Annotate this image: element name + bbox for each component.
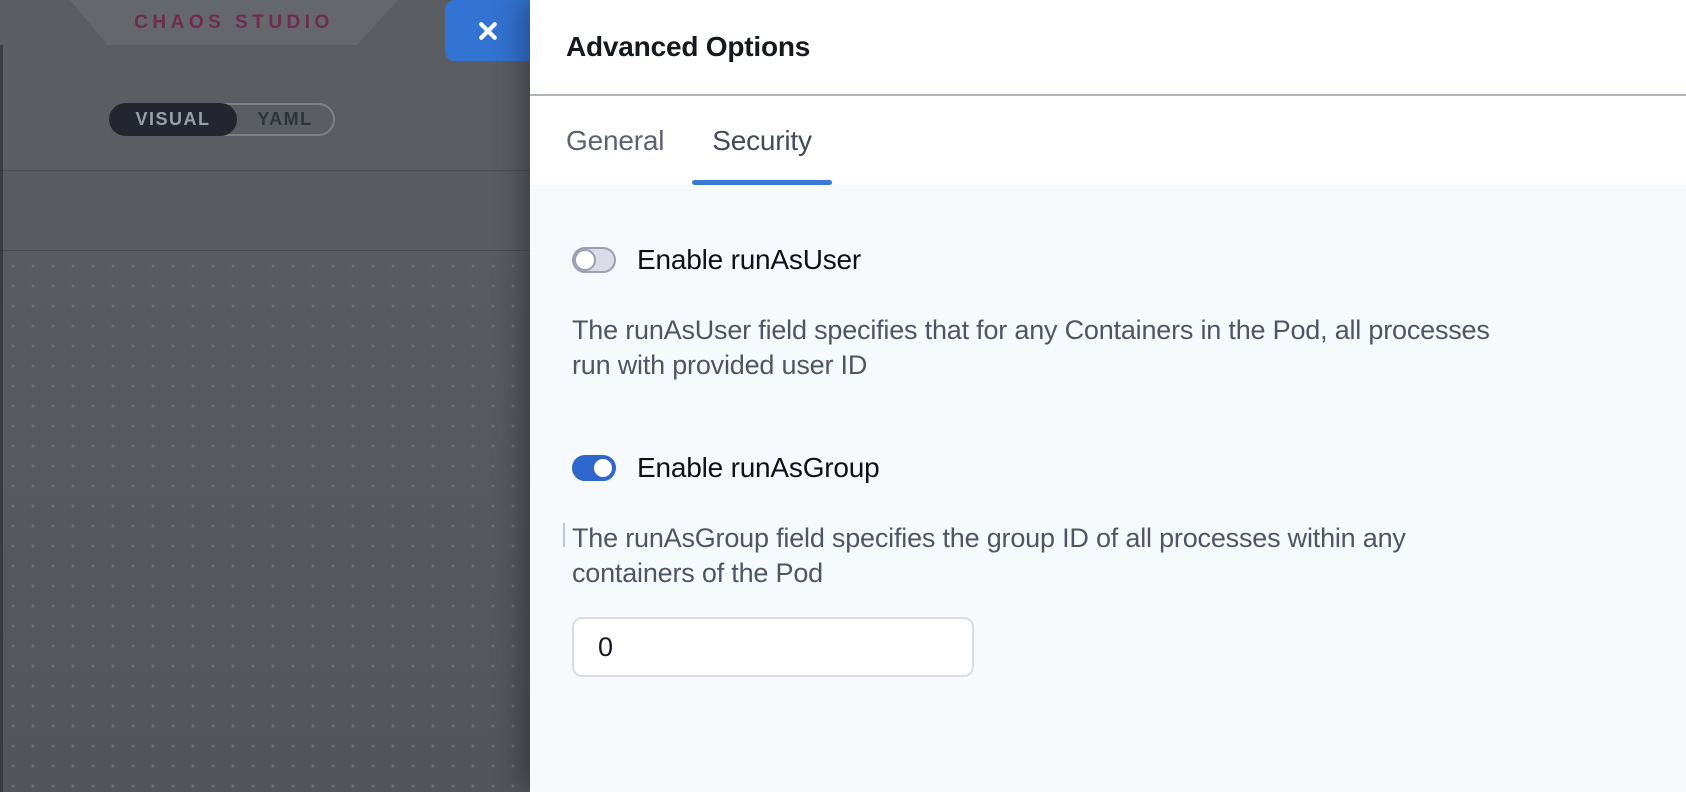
run-as-user-section: Enable runAsUser The runAsUser field spe… [572, 245, 1638, 383]
canvas-dot-grid [0, 250, 530, 792]
drawer-header: Advanced Options [530, 0, 1686, 96]
banner-title: CHAOS STUDIO [134, 12, 334, 34]
toggle-row: Enable runAsGroup [572, 453, 1638, 483]
view-mode-visual[interactable]: VISUAL [109, 103, 237, 136]
enable-runasgroup-label: Enable runAsGroup [637, 452, 880, 484]
tab-general[interactable]: General [546, 96, 684, 185]
security-tab-content: Enable runAsUser The runAsUser field spe… [530, 185, 1686, 792]
view-mode-yaml[interactable]: YAML [237, 105, 333, 134]
chaos-studio-banner: CHAOS STUDIO [70, 0, 398, 45]
enable-runasuser-label: Enable runAsUser [637, 244, 861, 276]
runasgroup-id-input[interactable] [572, 617, 974, 677]
toggle-knob [574, 249, 596, 271]
view-mode-toggle[interactable]: VISUAL YAML [109, 103, 335, 136]
drawer-title: Advanced Options [566, 31, 810, 63]
run-as-group-section: Enable runAsGroup The runAsGroup field s… [572, 453, 1638, 677]
toggle-knob [592, 457, 614, 479]
canvas-toolbar [0, 172, 530, 250]
enable-runasgroup-toggle[interactable] [572, 455, 616, 481]
runasgroup-description: The runAsGroup field specifies the group… [572, 521, 1572, 591]
runasuser-description: The runAsUser field specifies that for a… [572, 313, 1572, 383]
advanced-options-drawer: Advanced Options General Security Enable… [530, 0, 1686, 792]
toggle-row: Enable runAsUser [572, 245, 1638, 275]
enable-runasuser-toggle[interactable] [572, 247, 616, 273]
left-edge-divider [0, 45, 3, 792]
chaos-studio-canvas: CHAOS STUDIO VISUAL YAML [0, 0, 530, 792]
tab-security[interactable]: Security [692, 96, 832, 185]
text-cursor [563, 523, 565, 547]
close-icon [474, 17, 502, 45]
drawer-tabs: General Security [530, 96, 1686, 185]
close-drawer-button[interactable] [445, 0, 530, 61]
